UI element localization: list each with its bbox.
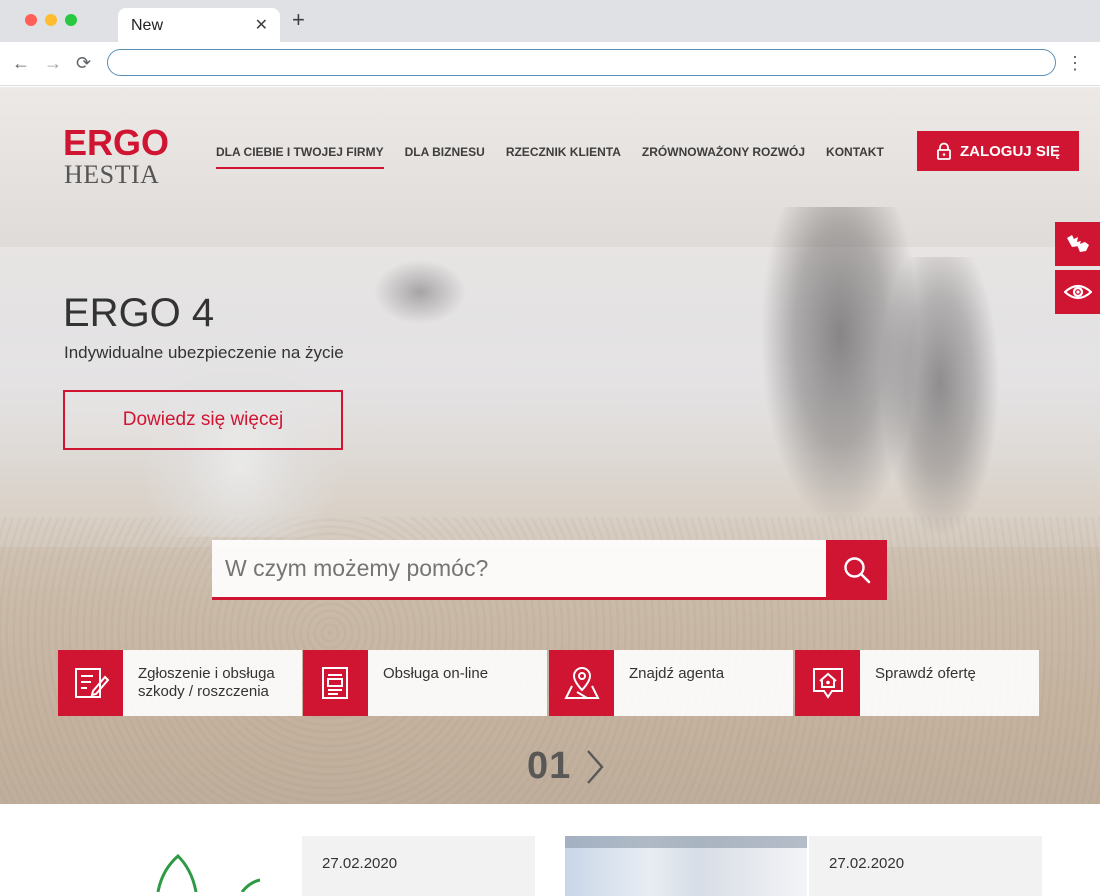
quick-links: Zgłoszenie i obsługa szkody / roszczenia… xyxy=(58,650,1040,716)
tile-label: Obsługa on-line xyxy=(383,665,489,682)
login-label: ZALOGUJ SIĘ xyxy=(959,142,1060,160)
tile-icon-box xyxy=(58,650,123,716)
hero-banner: ERGO HESTIA DLA CIEBIE I TWOJEJ FIRMY DL… xyxy=(0,87,1100,804)
tile-label: Zgłoszenie i obsługa szkody / roszczenia xyxy=(138,665,275,700)
close-window-button[interactable] xyxy=(25,14,37,26)
nav-item-zrownowazony-rozwoj[interactable]: ZRÓWNOWAŻONY ROZWÓJ xyxy=(642,145,805,169)
hero-background-bird xyxy=(370,257,470,327)
learn-more-button[interactable]: Dowiedz się więcej xyxy=(63,390,343,450)
address-bar[interactable] xyxy=(107,49,1056,76)
news-section: 27.02.2020 27.02.2020 xyxy=(0,804,1100,896)
minimize-window-button[interactable] xyxy=(45,14,57,26)
news-date: 27.02.2020 xyxy=(322,855,398,872)
tile-label: Sprawdź ofertę xyxy=(875,665,976,682)
forward-icon[interactable]: → xyxy=(44,52,62,74)
logo-ergo-text: ERGO xyxy=(63,122,170,163)
nav-item-dla-ciebie[interactable]: DLA CIEBIE I TWOJEJ FIRMY xyxy=(216,145,384,169)
tile-icon-box xyxy=(303,650,368,716)
news-card[interactable]: 27.02.2020 xyxy=(809,836,1042,896)
search-input[interactable] xyxy=(212,540,827,600)
login-button[interactable]: ZALOGUJ SIĘ xyxy=(917,131,1079,171)
hero-title: ERGO 4 xyxy=(63,291,215,335)
maximize-window-button[interactable] xyxy=(65,14,77,26)
sign-language-button[interactable] xyxy=(1055,222,1100,266)
new-tab-button[interactable]: + xyxy=(292,9,305,31)
tile-find-agent[interactable]: Znajdź agenta xyxy=(549,650,793,716)
tile-online-service[interactable]: Obsługa on-line xyxy=(303,650,547,716)
reload-icon[interactable]: ⟳ xyxy=(76,52,91,74)
back-icon[interactable]: ← xyxy=(12,52,30,74)
browser-tabstrip: New ✕ + xyxy=(0,0,1100,42)
news-image[interactable] xyxy=(565,836,807,896)
tile-icon-box xyxy=(549,650,614,716)
hero-subtitle: Indywidualne ubezpieczenie na życie xyxy=(64,343,344,362)
chevron-right-icon[interactable] xyxy=(585,749,605,785)
news-date: 27.02.2020 xyxy=(829,855,905,872)
lock-icon xyxy=(937,142,951,160)
nav-item-rzecznik-klienta[interactable]: RZECZNIK KLIENTA xyxy=(506,145,621,169)
tile-claims[interactable]: Zgłoszenie i obsługa szkody / roszczenia xyxy=(58,650,302,716)
news-card[interactable]: 27.02.2020 xyxy=(302,836,535,896)
nav-item-dla-biznesu[interactable]: DLA BIZNESU xyxy=(405,145,485,169)
leaf-icon xyxy=(156,853,261,892)
claim-form-icon xyxy=(74,668,109,698)
online-document-icon xyxy=(321,667,348,699)
ergo-hestia-logo[interactable]: ERGO HESTIA xyxy=(63,125,173,189)
eye-icon xyxy=(1063,284,1092,300)
tile-check-offer[interactable]: Sprawdź ofertę xyxy=(795,650,1039,716)
logo-hestia-text: HESTIA xyxy=(64,160,160,189)
tab-title: New xyxy=(131,17,164,34)
map-pin-icon xyxy=(563,666,600,699)
tile-icon-box xyxy=(795,650,860,716)
hero-background-child xyxy=(880,257,1000,537)
main-navigation: DLA CIEBIE I TWOJEJ FIRMY DLA BIZNESU RZ… xyxy=(216,145,905,169)
search-bar xyxy=(212,540,887,600)
search-icon xyxy=(843,557,870,584)
search-button[interactable] xyxy=(826,540,887,600)
slide-number: 01 xyxy=(527,745,572,787)
nav-item-kontakt[interactable]: KONTAKT xyxy=(826,145,884,169)
browser-toolbar: ← → ⟳ ⋮ xyxy=(0,42,1100,86)
sign-language-icon xyxy=(1066,235,1089,252)
tile-label: Znajdź agenta xyxy=(629,665,725,682)
browser-menu-icon[interactable]: ⋮ xyxy=(1066,52,1084,74)
tab-close-icon[interactable]: ✕ xyxy=(255,15,268,35)
news-image-detail xyxy=(565,836,807,848)
contrast-view-button[interactable] xyxy=(1055,270,1100,314)
browser-tab[interactable]: New ✕ xyxy=(118,8,280,42)
home-offer-icon xyxy=(812,668,843,699)
